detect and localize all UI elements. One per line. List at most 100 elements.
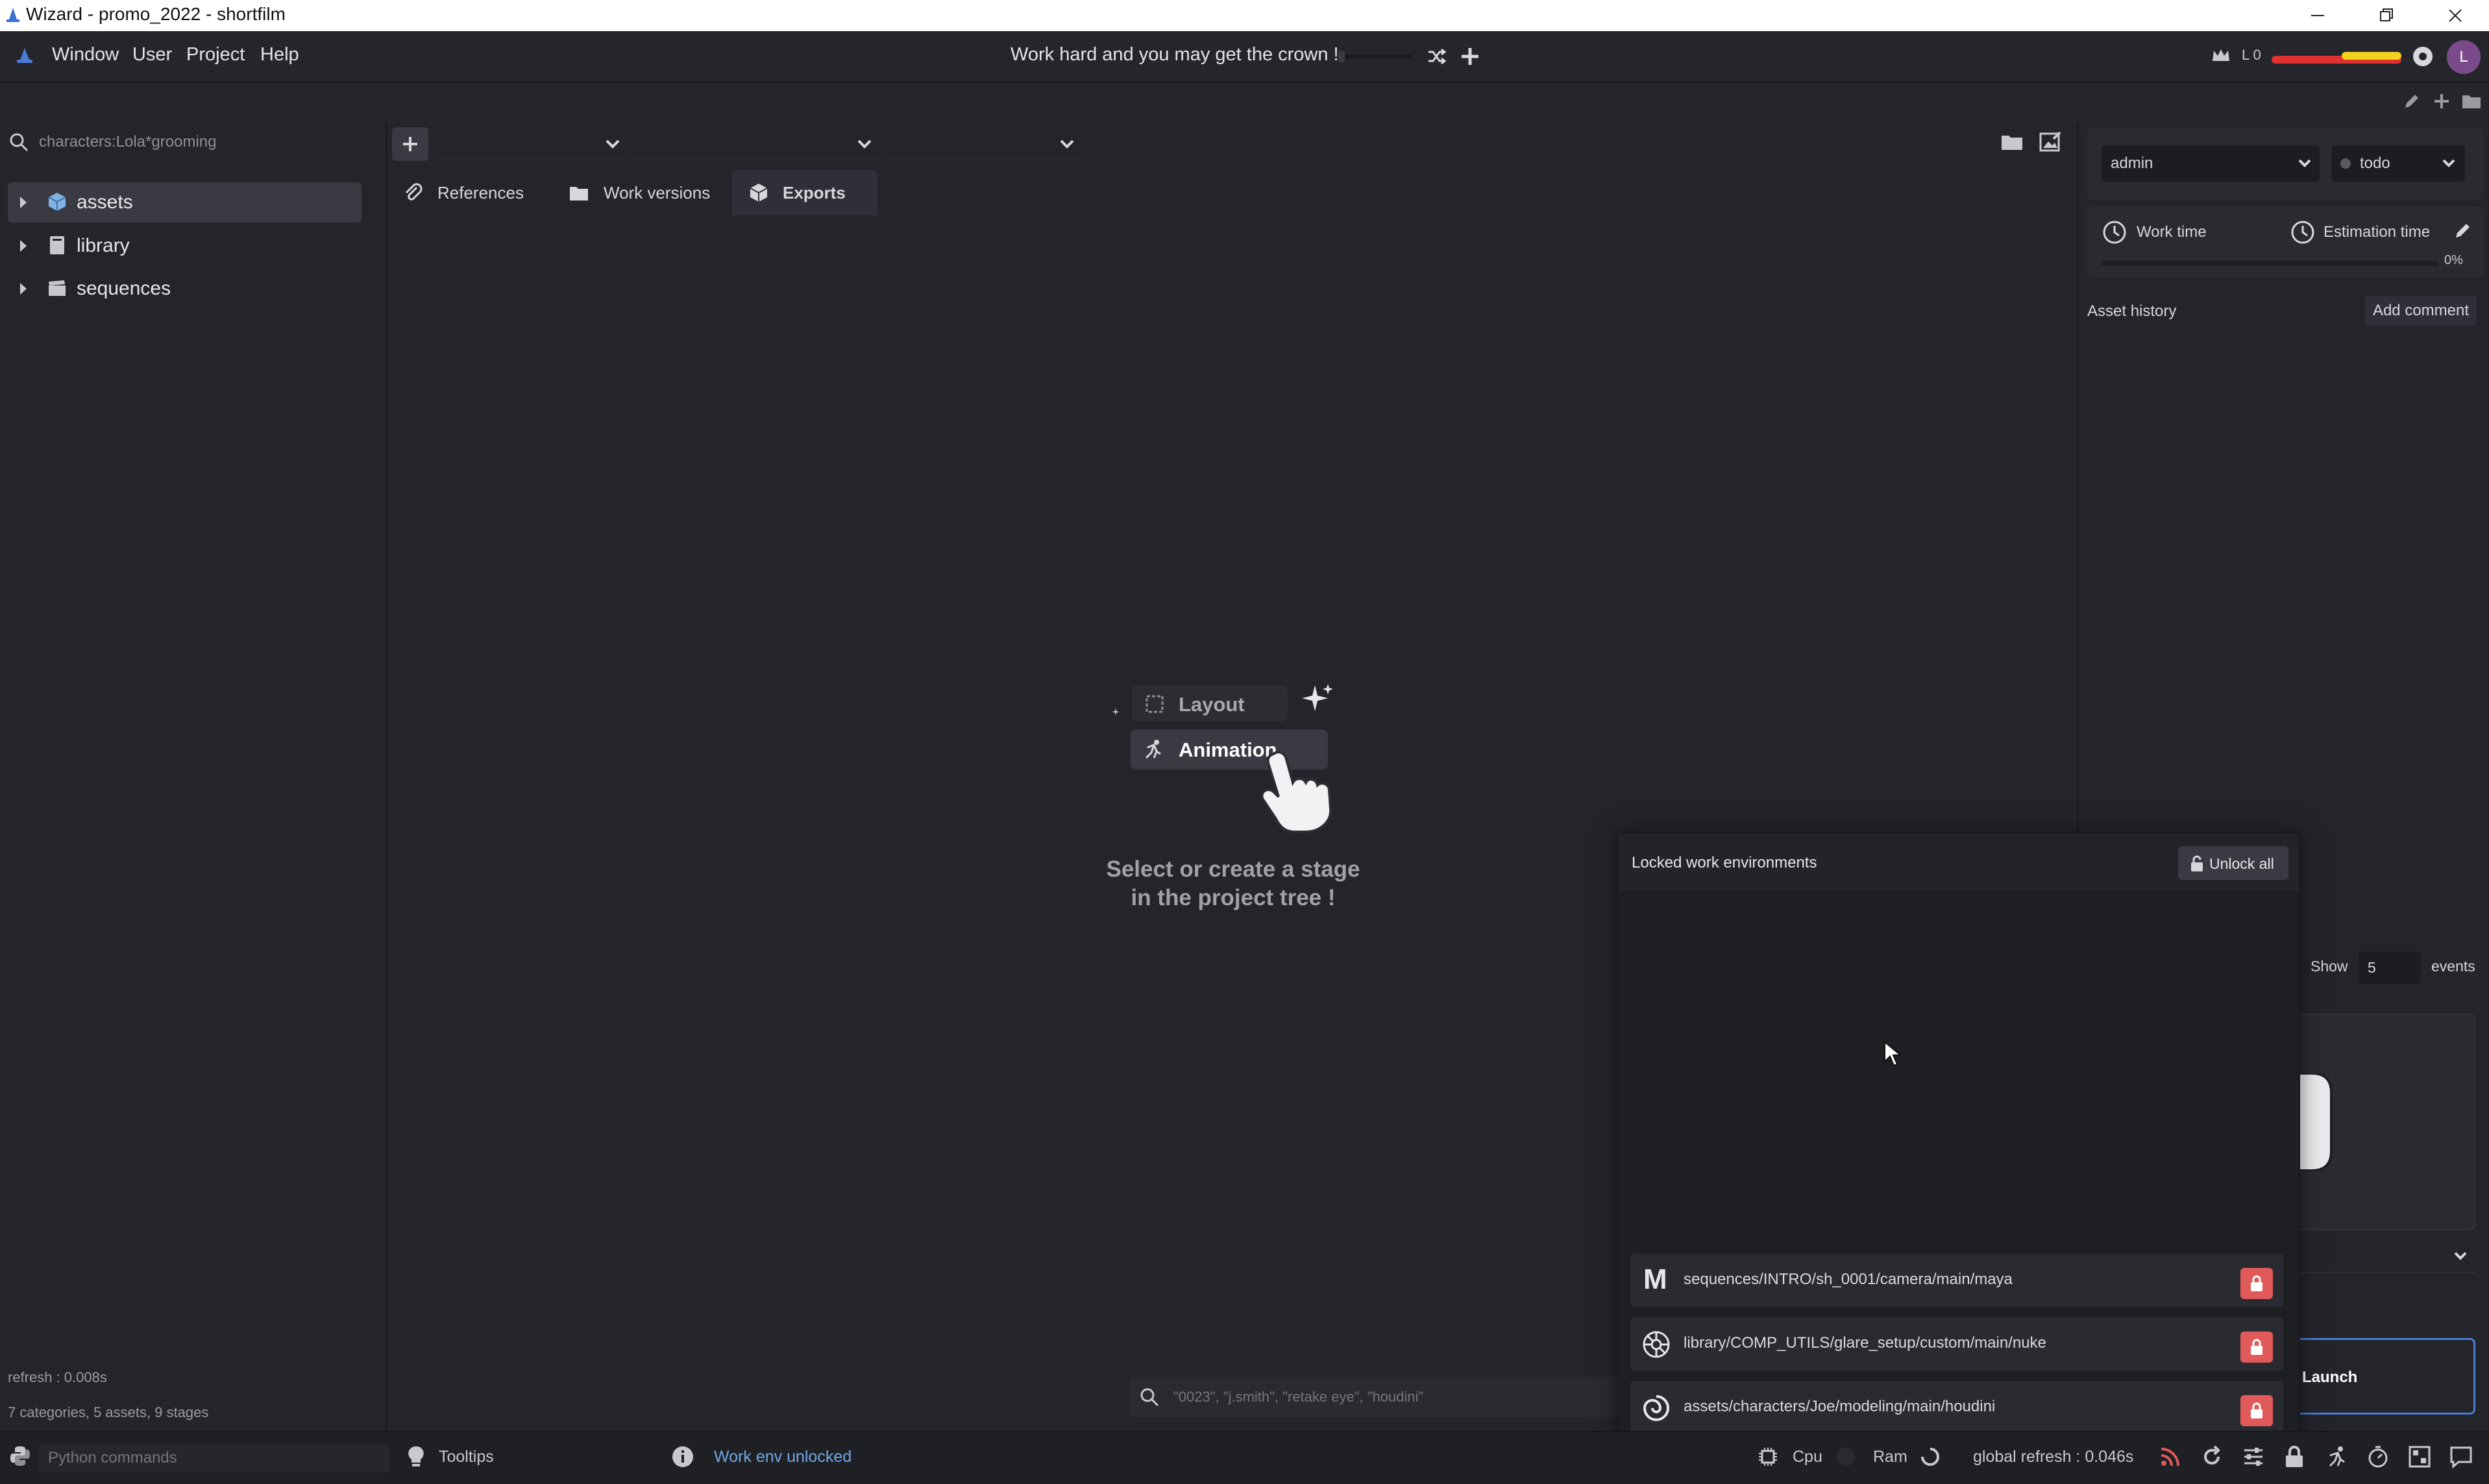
- restore-button[interactable]: [2352, 0, 2421, 31]
- popup-title: Locked work environments: [1632, 854, 1817, 871]
- running-figure-status-icon[interactable]: [2325, 1445, 2348, 1468]
- state-dot-icon: [2340, 158, 2351, 169]
- lightbulb-icon[interactable]: [406, 1445, 426, 1468]
- python-icon: [10, 1446, 30, 1466]
- estimation-percent: 0%: [2444, 253, 2463, 267]
- status-bar: Tooltips Work env unlocked Cpu Ram globa…: [0, 1431, 2489, 1484]
- mouse-cursor-icon: [1884, 1041, 1902, 1067]
- settings-gear-icon[interactable]: [2410, 44, 2435, 69]
- open-folder-icon[interactable]: [2000, 132, 2024, 152]
- locked-env-path: library/COMP_UTILS/glare_setup/custom/ma…: [1684, 1334, 2046, 1352]
- software-select[interactable]: [2285, 1241, 2475, 1273]
- crown-icon: [2211, 47, 2231, 65]
- shuffle-icon[interactable]: [1425, 45, 1447, 67]
- edit-estimation-pencil-icon[interactable]: [2453, 221, 2473, 240]
- paperclip-icon: [405, 183, 423, 201]
- unlock-icon: [2191, 855, 2203, 871]
- console-message-icon[interactable]: [2449, 1445, 2473, 1468]
- lock-icon: [2251, 1402, 2262, 1418]
- image-edit-icon[interactable]: [2039, 131, 2063, 153]
- work-env-dropdown[interactable]: [635, 130, 877, 160]
- lock-icon: [2251, 1339, 2262, 1355]
- rss-feed-icon[interactable]: [2159, 1445, 2182, 1468]
- clock-icon: [2291, 221, 2314, 244]
- lock-status-icon[interactable]: [2283, 1445, 2305, 1468]
- level-label: L 0: [2242, 47, 2261, 63]
- variant-dropdown[interactable]: [439, 130, 626, 160]
- global-refresh-label: global refresh : 0.046s: [1973, 1448, 2134, 1466]
- wizard-logo-icon: [14, 47, 35, 66]
- tree-item-label: sequences: [77, 278, 171, 299]
- motto-text: Work hard and you may get the crown !: [1011, 44, 1339, 65]
- launch-button[interactable]: Launch: [2285, 1338, 2475, 1415]
- unlock-all-label: Unlock all: [2209, 855, 2274, 872]
- menu-user[interactable]: User: [132, 44, 172, 66]
- unlock-row-button[interactable]: [2240, 1268, 2273, 1299]
- book-icon: [48, 235, 66, 256]
- layout-frame-icon: [1146, 695, 1164, 713]
- search-icon: [9, 132, 29, 152]
- locked-env-row[interactable]: library/COMP_UTILS/glare_setup/custom/ma…: [1630, 1317, 2283, 1370]
- add-icon[interactable]: [1459, 45, 1481, 67]
- ram-gauge-icon: [1921, 1448, 1939, 1466]
- add-comment-button[interactable]: Add comment: [2365, 296, 2477, 326]
- refresh-time-label: refresh : 0.008s: [8, 1369, 107, 1385]
- cpu-gauge-icon: [1837, 1448, 1855, 1466]
- export-dropdown[interactable]: [887, 130, 1080, 160]
- user-select[interactable]: admin: [2102, 145, 2320, 182]
- python-command-input[interactable]: [39, 1444, 389, 1472]
- tree-item-label: assets: [77, 191, 133, 213]
- close-window-button[interactable]: [2421, 0, 2489, 31]
- cpu-label: Cpu: [1793, 1448, 1822, 1466]
- motto-slider[interactable]: [1338, 51, 1412, 62]
- user-avatar[interactable]: L: [2447, 40, 2481, 74]
- history-search-field[interactable]: [1129, 1377, 1661, 1417]
- unlock-row-button[interactable]: [2240, 1332, 2273, 1363]
- refresh-icon[interactable]: [2200, 1445, 2224, 1468]
- add-plus-icon[interactable]: [2433, 92, 2451, 110]
- events-count-input[interactable]: 5: [2359, 951, 2421, 984]
- tab-label: References: [437, 182, 524, 202]
- user-select-value: admin: [2111, 154, 2153, 172]
- tree-search-input[interactable]: [38, 130, 375, 154]
- wizard-app-icon: [4, 6, 22, 25]
- menu-project[interactable]: Project: [186, 44, 245, 66]
- pointing-hand-icon: [1260, 751, 1332, 833]
- tab-work-versions[interactable]: Work versions: [569, 170, 737, 215]
- time-tracking-box: Work time Estimation time 0%: [2087, 206, 2483, 278]
- unlock-row-button[interactable]: [2240, 1395, 2273, 1426]
- chevron-right-icon[interactable]: [18, 239, 29, 253]
- cpu-icon: [1759, 1448, 1777, 1466]
- tab-label: Exports: [783, 182, 846, 202]
- unlock-all-button[interactable]: Unlock all: [2178, 846, 2288, 880]
- history-search-input[interactable]: [1172, 1385, 1639, 1409]
- folder-icon[interactable]: [2461, 92, 2482, 110]
- cube-icon: [47, 191, 67, 212]
- locked-env-row[interactable]: M sequences/INTRO/sh_0001/camera/main/ma…: [1630, 1254, 2283, 1307]
- menu-help[interactable]: Help: [260, 44, 299, 66]
- minimize-button[interactable]: [2283, 0, 2352, 31]
- menu-window[interactable]: Window: [52, 44, 119, 66]
- tab-references[interactable]: References: [402, 170, 545, 215]
- nuke-icon: [1643, 1331, 1670, 1358]
- sliders-icon[interactable]: [2242, 1445, 2265, 1468]
- ram-label: Ram: [1873, 1448, 1907, 1466]
- tree-item-sequences[interactable]: sequences: [8, 269, 362, 309]
- assignment-box: admin todo: [2087, 127, 2483, 200]
- tab-exports[interactable]: Exports: [732, 170, 877, 215]
- popup-header: Locked work environments Unlock all: [1619, 833, 2299, 893]
- edit-pencil-icon[interactable]: [2403, 92, 2421, 110]
- tree-item-assets[interactable]: assets: [8, 182, 362, 223]
- houdini-icon: [1643, 1395, 1669, 1421]
- show-label: Show: [2311, 958, 2348, 975]
- tooltips-toggle[interactable]: Tooltips: [439, 1448, 494, 1466]
- add-stage-button[interactable]: [392, 127, 428, 161]
- dashboard-icon[interactable]: [2408, 1445, 2431, 1468]
- locked-env-row[interactable]: assets/characters/Joe/modeling/main/houd…: [1630, 1381, 2283, 1434]
- chevron-right-icon[interactable]: [18, 195, 29, 210]
- timer-icon[interactable]: [2366, 1445, 2390, 1468]
- tree-item-library[interactable]: library: [8, 226, 362, 266]
- info-icon: [672, 1446, 693, 1467]
- chevron-right-icon[interactable]: [18, 282, 29, 296]
- state-select[interactable]: todo: [2331, 145, 2465, 182]
